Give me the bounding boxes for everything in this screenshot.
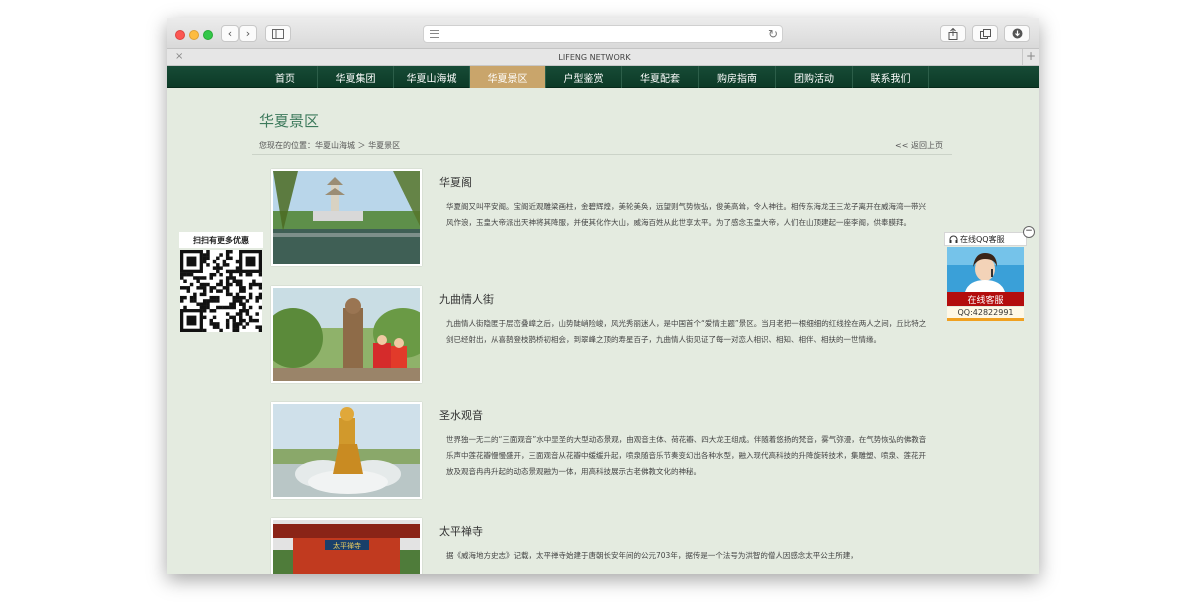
tab-close-icon[interactable]: ×: [175, 51, 183, 62]
service-agent-avatar: [947, 247, 1024, 292]
page-title: 华夏景区: [259, 112, 320, 130]
scenic-photo-guanyin[interactable]: [271, 402, 422, 499]
nav-item-city[interactable]: 华夏山海城: [394, 66, 470, 88]
scenic-title[interactable]: 太平禅寺: [439, 523, 483, 539]
qr-code-icon[interactable]: [180, 250, 263, 333]
list-item: 太平禅寺 太平禅寺 据《威海地方史志》记载，太平禅寺始建于唐朝长安年间的公元70…: [271, 518, 931, 574]
download-icon: [1012, 28, 1022, 39]
browser-toolbar: ‹ › ↻: [167, 18, 1039, 49]
main-nav: 首页 华夏集团 华夏山海城 华夏景区 户型鉴赏 华夏配套 购房指南 团购活动 联…: [167, 66, 1039, 88]
qq-header: 在线QQ客服: [944, 232, 1027, 246]
sidebar-icon: [272, 28, 284, 39]
reload-icon[interactable]: ↻: [768, 27, 778, 41]
nav-item-home[interactable]: 首页: [253, 66, 318, 88]
qq-header-text: 在线QQ客服: [960, 234, 1005, 244]
share-icon: [948, 27, 958, 40]
tabs-overview-button[interactable]: [972, 25, 998, 42]
scenic-description: 世界独一无二的“三面观音”水中显圣的大型动态景观，由观音主体、荷花瓣、四大龙王组…: [446, 435, 927, 476]
scenic-description: 九曲情人街隐匿于层峦叠嶂之后，山势陡峭险峻，风光秀丽迷人，是中国首个“爱情主题”…: [446, 319, 927, 344]
scenic-description: 据《威海地方史志》记载，太平禅寺始建于唐朝长安年间的公元703年，据传是一个法号…: [446, 551, 858, 560]
nav-item-floorplans[interactable]: 户型鉴赏: [546, 66, 622, 88]
breadcrumb: 您现在的位置：华夏山海城 ＞ 华夏景区: [259, 141, 401, 150]
back-button[interactable]: ‹: [221, 25, 239, 42]
list-item: 圣水观音 世界独一无二的“三面观音”水中显圣的大型动态景观，由观音主体、荷花瓣、…: [271, 402, 931, 502]
minimize-window-button[interactable]: [189, 30, 199, 40]
nav-items: 首页 华夏集团 华夏山海城 华夏景区 户型鉴赏 华夏配套 购房指南 团购活动 联…: [253, 66, 929, 88]
tab-title: LIFENG NETWORK: [558, 53, 631, 62]
scenic-description: 华夏阁又叫平安阁。宝阁近观雕梁画柱，金碧辉煌，美轮美奂，远望则气势恢弘，俊美高耸…: [446, 202, 926, 227]
qq-online-button[interactable]: 在线客服: [947, 292, 1024, 306]
browser-window: ‹ › ↻ × LIFENG NETWORK + 首页 华夏集团 华夏山海城 华…: [167, 18, 1039, 574]
scenic-photo-lovers-street[interactable]: [271, 286, 422, 383]
headset-icon: [949, 235, 958, 243]
divider: [252, 154, 952, 155]
zoom-window-button[interactable]: [203, 30, 213, 40]
scenic-title[interactable]: 九曲情人街: [439, 291, 494, 307]
downloads-button[interactable]: [1004, 25, 1030, 42]
list-item: 九曲情人街 九曲情人街隐匿于层峦叠嶂之后，山势陡峭险峻，风光秀丽迷人，是中国首个…: [271, 286, 931, 386]
nav-item-guide[interactable]: 购房指南: [699, 66, 776, 88]
qq-minimize-button[interactable]: −: [1023, 226, 1035, 238]
tab-bar: × LIFENG NETWORK +: [167, 49, 1039, 66]
page-content: 华夏景区 您现在的位置：华夏山海城 ＞ 华夏景区 << 返回上页 华夏阁 华夏阁…: [167, 89, 1039, 574]
nav-item-scenic[interactable]: 华夏景区: [470, 66, 546, 88]
chevron-left-icon: ‹: [227, 27, 233, 40]
list-item: 华夏阁 华夏阁又叫平安阁。宝阁近观雕梁画柱，金碧辉煌，美轮美奂，远望则气势恢弘，…: [271, 169, 931, 269]
back-link[interactable]: << 返回上页: [895, 140, 943, 151]
nav-item-contact[interactable]: 联系我们: [853, 66, 929, 88]
scenic-photo-huaxia-pavilion[interactable]: [271, 169, 422, 266]
close-window-button[interactable]: [175, 30, 185, 40]
new-tab-icon[interactable]: +: [1026, 49, 1036, 63]
nav-item-groupbuy[interactable]: 团购活动: [776, 66, 853, 88]
qq-number[interactable]: QQ:42822991: [947, 307, 1024, 321]
sidebar-toggle-button[interactable]: [265, 25, 291, 42]
nav-item-group[interactable]: 华夏集团: [318, 66, 394, 88]
chevron-right-icon: ›: [245, 27, 251, 40]
qr-label: 扫扫有更多优惠: [179, 232, 263, 248]
scenic-photo-taiping-temple[interactable]: 太平禅寺: [271, 518, 422, 574]
tabs-icon: [979, 28, 991, 39]
tab-lifeng-network[interactable]: × LIFENG NETWORK: [167, 49, 1023, 66]
share-button[interactable]: [940, 25, 966, 42]
qr-promo: 扫扫有更多优惠: [179, 232, 263, 335]
temple-sign-text: 太平禅寺: [333, 541, 361, 550]
nav-item-facilities[interactable]: 华夏配套: [622, 66, 699, 88]
scenic-title[interactable]: 圣水观音: [439, 407, 483, 423]
address-bar[interactable]: ↻: [423, 25, 783, 43]
scenic-title[interactable]: 华夏阁: [439, 174, 472, 190]
forward-button[interactable]: ›: [239, 25, 257, 42]
qq-service-widget: 在线QQ客服 − 在线客服 QQ:42822991: [944, 226, 1035, 333]
reader-menu-icon: [430, 30, 439, 38]
